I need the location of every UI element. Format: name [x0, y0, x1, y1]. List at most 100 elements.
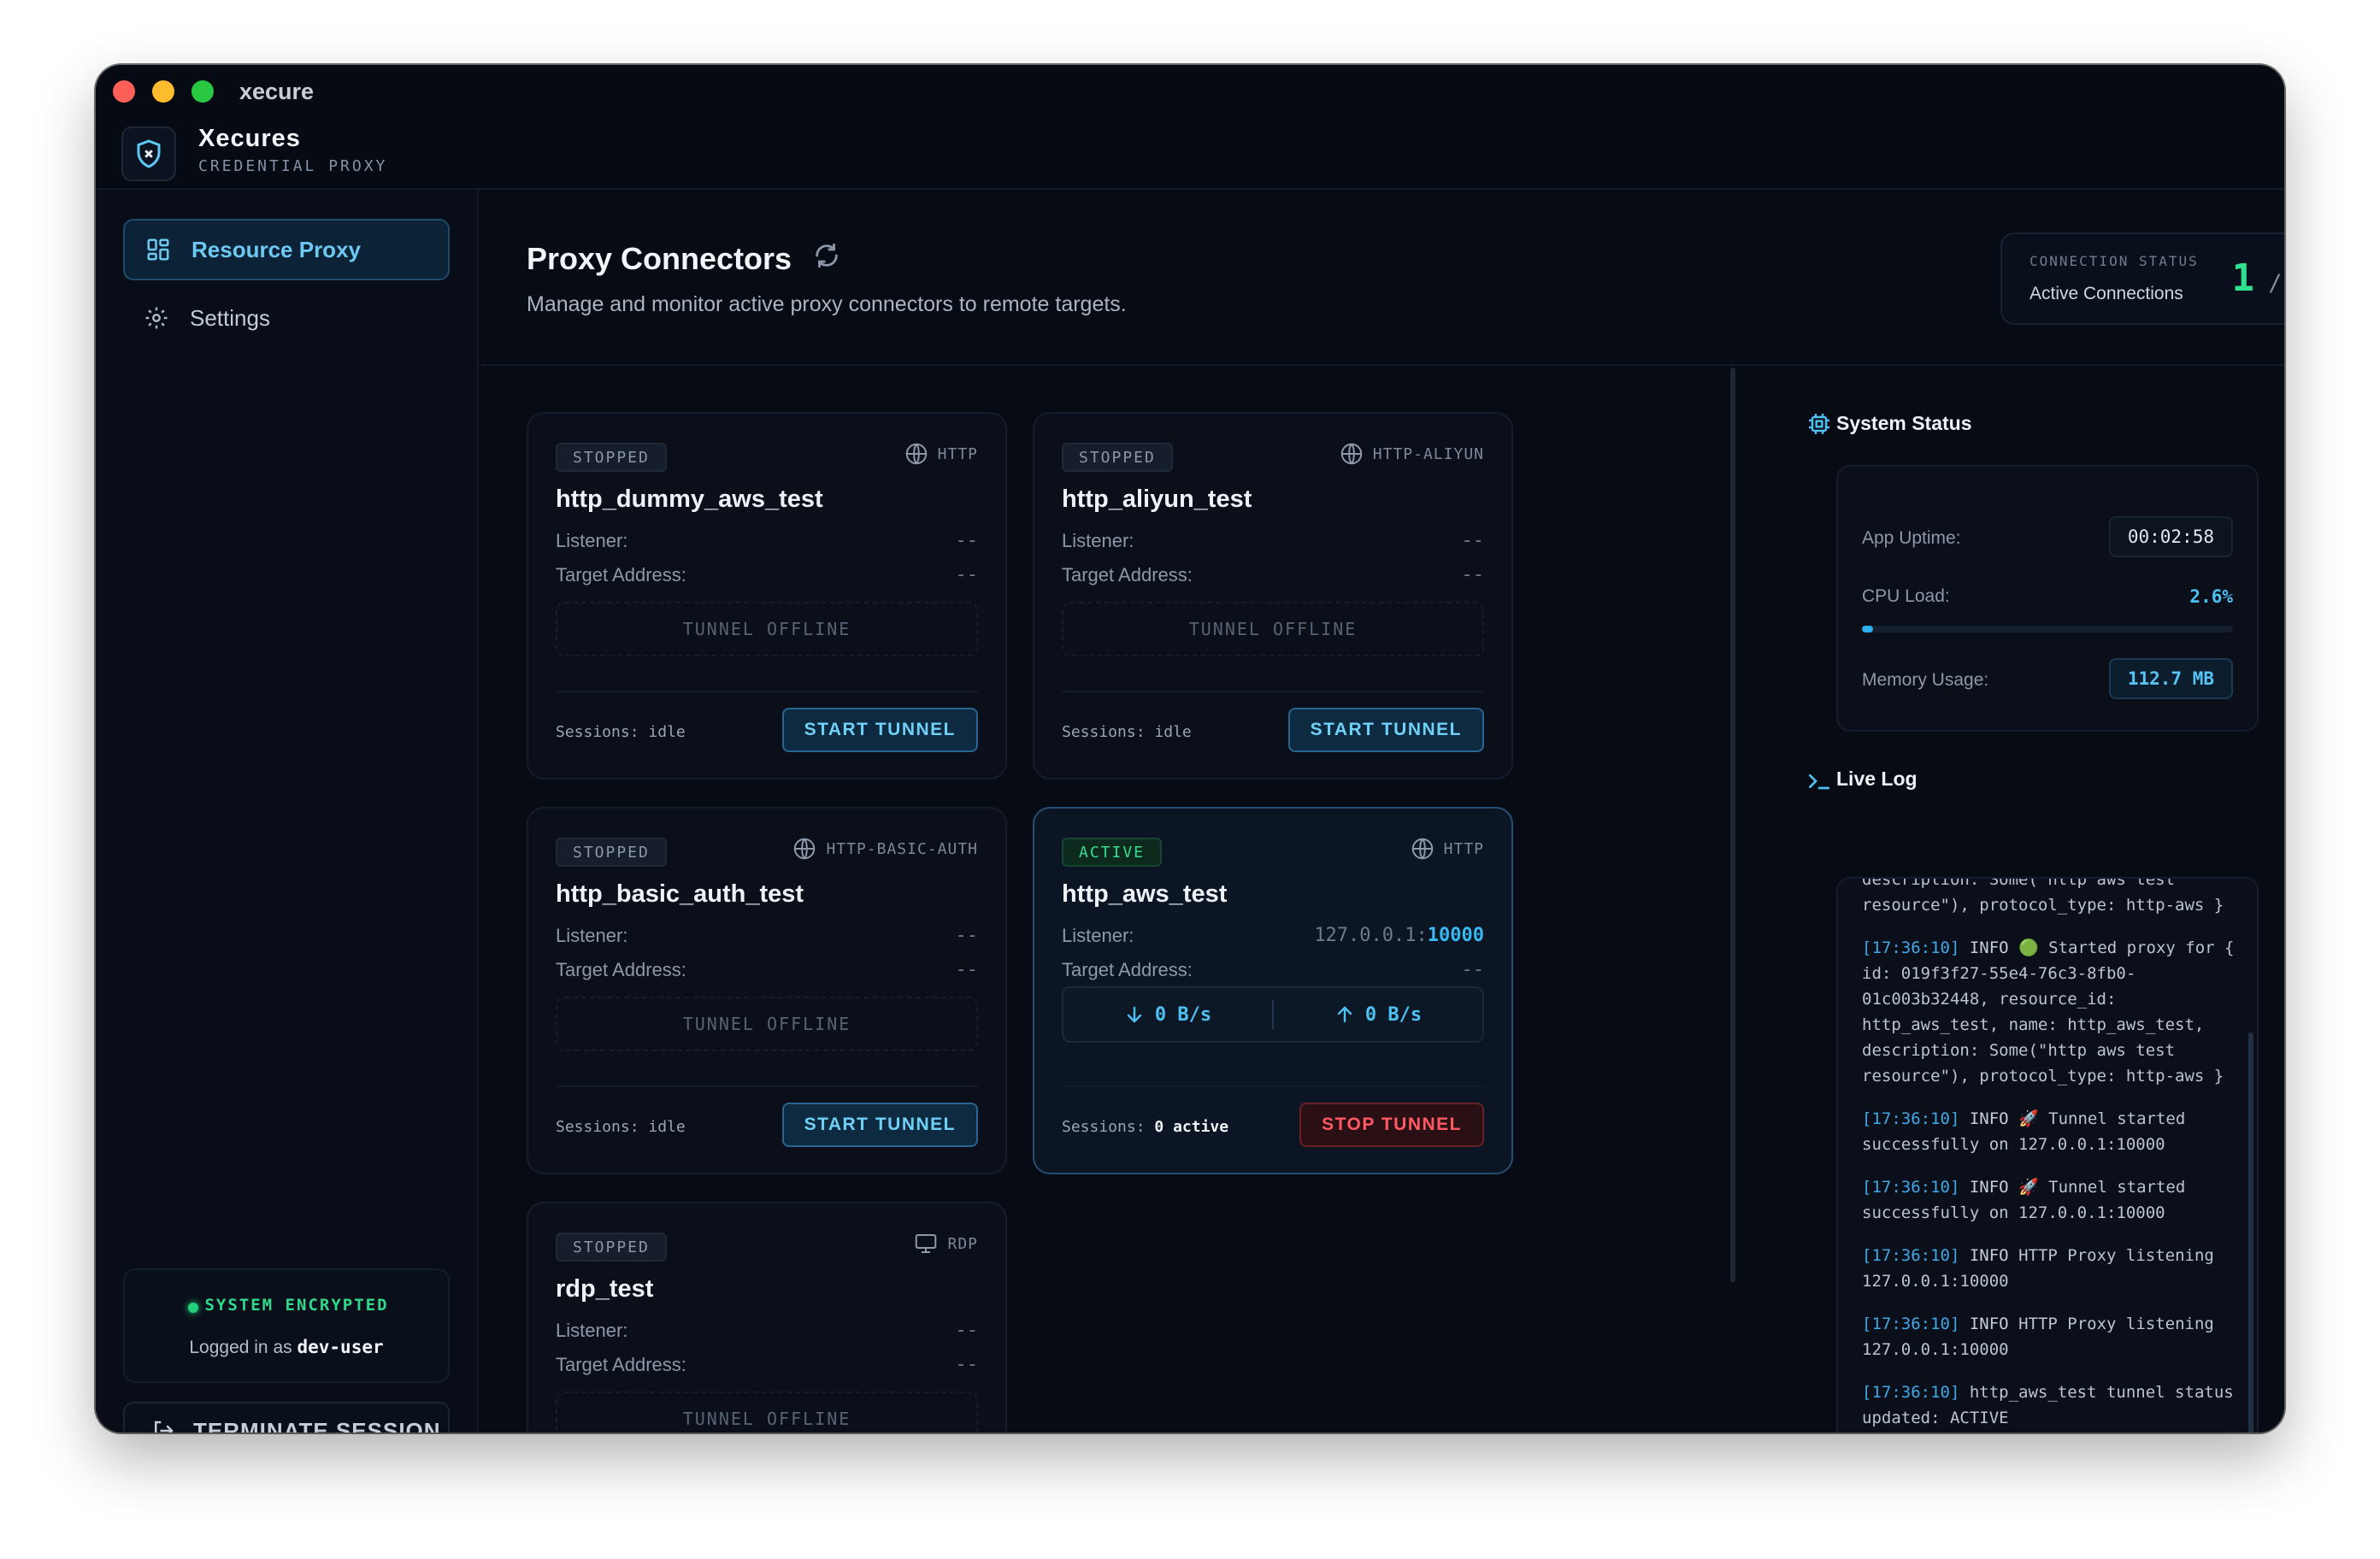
system-status-title: System Status — [1836, 412, 1972, 434]
connection-count: 1 / 5 — [2231, 256, 2284, 300]
protocol-label: HTTP — [937, 444, 978, 463]
logged-in-prefix: Logged in as — [189, 1338, 292, 1357]
card-divider — [556, 1085, 978, 1087]
window-title: xecure — [239, 79, 315, 104]
title-bar: xecure Xecures CREDENTIAL PROXY — [96, 65, 2284, 190]
start-tunnel-button[interactable]: START TUNNEL — [1287, 708, 1484, 752]
live-log-title: Live Log — [1836, 768, 1918, 790]
page-header: Proxy Connectors Manage and monitor acti… — [480, 190, 2284, 366]
start-tunnel-button[interactable]: START TUNNEL — [781, 1103, 978, 1147]
sessions-label: Sessions: — [556, 1118, 639, 1136]
status-badge: ACTIVE — [1062, 838, 1163, 867]
log-timestamp: [17:36:10] — [1862, 1178, 1960, 1197]
terminate-session-button[interactable]: TERMINATE SESSION — [123, 1402, 450, 1433]
listener-value: -- — [955, 1320, 979, 1341]
log-entry: [17:36:10] INFO 🚀 Tunnel started success… — [1862, 1106, 2242, 1157]
system-status-box: App Uptime: 00:02:58 CPU Load: 2.6% Memo… — [1836, 465, 2259, 732]
connectors-scrollbar[interactable] — [1730, 368, 1735, 1282]
grid-icon — [147, 238, 169, 261]
log-message: description: Some("http aws test resourc… — [1862, 877, 2224, 915]
target-value: -- — [955, 1354, 979, 1375]
connector-name: http_basic_auth_test — [556, 880, 804, 908]
brand-name: Xecures — [198, 125, 301, 152]
protocol-label: RDP — [947, 1234, 978, 1253]
connector-name: http_dummy_aws_test — [556, 485, 823, 513]
log-timestamp: [17:36:10] — [1862, 938, 1960, 957]
sessions-value: idle — [648, 723, 686, 741]
protocol-label: HTTP — [1443, 839, 1484, 858]
target-value: -- — [955, 564, 979, 585]
log-message: 🟢 Started proxy for { id: 019f3f27-55e4-… — [1862, 938, 2244, 1085]
traffic-meter: 0 B/s 0 B/s — [1062, 986, 1484, 1043]
log-level: INFO — [1969, 1109, 2009, 1128]
target-label: Target Address: — [556, 564, 686, 585]
listener-value: -- — [955, 925, 979, 946]
cpu-value: 2.6% — [2189, 586, 2233, 607]
refresh-icon[interactable] — [812, 241, 841, 274]
listener-label: Listener: — [1062, 530, 1134, 551]
connector-name: http_aliyun_test — [1062, 485, 1252, 513]
log-timestamp: [17:36:10] — [1862, 1109, 1960, 1128]
log-entry: [17:36:10] INFO HTTP Proxy listening 127… — [1862, 1243, 2242, 1294]
sessions-info: Sessions: 0 active — [1062, 1118, 1228, 1136]
sessions-value: idle — [1154, 723, 1192, 741]
maximize-window-button[interactable] — [191, 80, 214, 103]
card-divider — [1062, 1085, 1484, 1087]
log-entry: [17:36:10] http_aws_test tunnel status u… — [1862, 1380, 2242, 1431]
cpu-progress-fill — [1862, 626, 1874, 632]
protocol-label: HTTP-BASIC-AUTH — [826, 839, 978, 858]
sidebar-item-resource-proxy[interactable]: Resource Proxy — [123, 219, 450, 280]
log-entry: [17:36:10] INFO 🚀 Tunnel started success… — [1862, 1174, 2242, 1226]
count-separator: / — [2268, 270, 2283, 297]
brand-subtitle: CREDENTIAL PROXY — [198, 157, 388, 175]
card-divider — [1062, 691, 1484, 692]
logout-icon — [155, 1421, 174, 1433]
sessions-info: Sessions: idle — [1062, 723, 1192, 741]
gear-icon — [145, 307, 168, 329]
cpu-chip-icon — [1806, 410, 1833, 442]
minimize-window-button[interactable] — [152, 80, 174, 103]
sidebar-item-label: Settings — [190, 304, 270, 331]
log-entry: [17:36:10] INFO 🟢 Started proxy for { id… — [1862, 935, 2242, 1089]
protocol-tag: HTTP-BASIC-AUTH — [792, 836, 978, 862]
monitor-icon — [916, 1234, 937, 1253]
globe-icon — [794, 838, 816, 860]
listener-port: 10000 — [1427, 925, 1484, 946]
tunnel-offline-placeholder: TUNNEL OFFLINE — [1062, 602, 1484, 656]
log-level: INFO — [1969, 1315, 2009, 1333]
sidebar-item-label: Resource Proxy — [191, 236, 361, 262]
download-value: 0 B/s — [1154, 1003, 1212, 1026]
listener-label: Listener: — [556, 925, 628, 946]
connector-name: http_aws_test — [1062, 880, 1228, 908]
sidebar: Resource Proxy Settings SYSTEM ENCRYPTED… — [96, 190, 479, 1433]
log-entry: [17:36:10] INFO HTTP Proxy listening 127… — [1862, 1311, 2242, 1362]
tunnel-offline-placeholder: TUNNEL OFFLINE — [556, 997, 978, 1051]
active-connections-label: Active Connections — [2029, 284, 2183, 303]
start-tunnel-button[interactable]: START TUNNEL — [781, 708, 978, 752]
status-badge: STOPPED — [556, 443, 667, 472]
arrow-up-icon — [1337, 1006, 1352, 1023]
log-level: INFO — [1969, 1246, 2009, 1265]
status-badge: STOPPED — [1062, 443, 1173, 472]
log-level: INFO — [1969, 938, 2009, 957]
username: dev-user — [297, 1337, 384, 1357]
globe-icon — [1340, 443, 1363, 465]
log-timestamp: [17:36:10] — [1862, 1315, 1960, 1333]
encryption-status-card: SYSTEM ENCRYPTED Logged in as dev-user — [123, 1268, 450, 1383]
connection-status-label: CONNECTION STATUS — [2029, 253, 2199, 269]
status-badge: STOPPED — [556, 838, 667, 867]
target-label: Target Address: — [1062, 959, 1193, 980]
stop-tunnel-button[interactable]: STOP TUNNEL — [1299, 1103, 1484, 1147]
right-panel: System Status App Uptime: 00:02:58 CPU L… — [1737, 368, 2284, 1433]
tunnel-offline-placeholder: TUNNEL OFFLINE — [556, 602, 978, 656]
log-scrollbar[interactable] — [2248, 1032, 2253, 1433]
close-window-button[interactable] — [113, 80, 135, 103]
target-value: -- — [1461, 959, 1485, 980]
log-level: INFO — [1969, 1178, 2009, 1197]
sidebar-item-settings[interactable]: Settings — [123, 287, 450, 349]
card-divider — [556, 691, 978, 692]
cpu-label: CPU Load: — [1862, 586, 1950, 606]
connection-status-box: CONNECTION STATUS Active Connections 1 /… — [2000, 232, 2284, 325]
listener-label: Listener: — [556, 530, 628, 551]
protocol-tag: HTTP — [1410, 836, 1484, 862]
